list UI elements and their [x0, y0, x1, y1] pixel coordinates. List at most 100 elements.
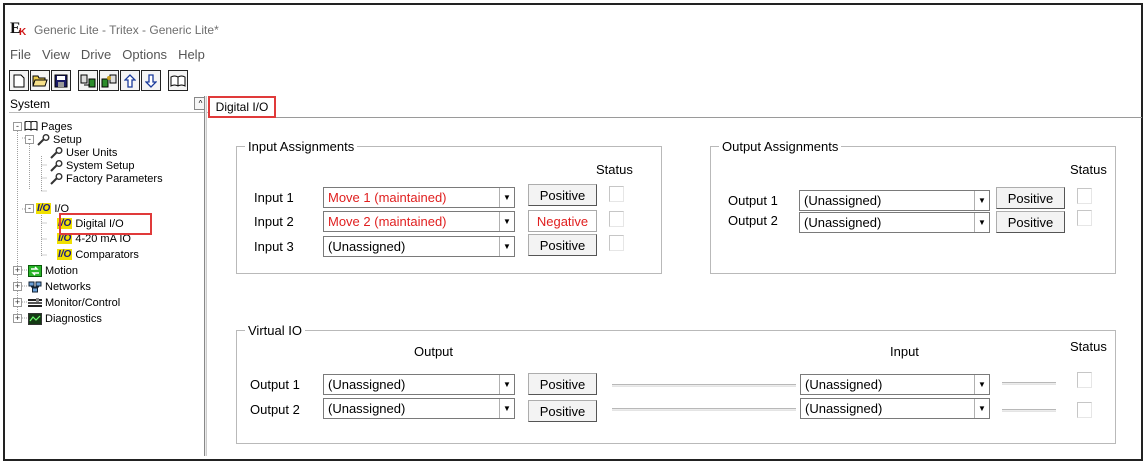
input-1-status-indicator: [609, 186, 624, 202]
virtual-output-1-polarity-button[interactable]: Positive: [528, 373, 597, 395]
tree-expander[interactable]: +: [13, 314, 22, 323]
group-title: Input Assignments: [245, 139, 358, 154]
tree-expander[interactable]: +: [13, 298, 22, 307]
virtual-input-header: Input: [890, 344, 919, 359]
download-icon[interactable]: [99, 70, 119, 91]
output-status-header: Status: [1070, 162, 1107, 177]
tab-digital-io[interactable]: Digital I/O: [208, 96, 276, 118]
tree-item-setup[interactable]: - Setup: [25, 133, 82, 146]
virtual-status-header: Status: [1070, 339, 1107, 354]
arrow-up-icon[interactable]: [120, 70, 140, 91]
tree-item-factory-parameters[interactable]: Factory Parameters: [49, 172, 163, 185]
menu-view[interactable]: View: [42, 47, 70, 62]
input-3-assignment-select[interactable]: (Unassigned) ▼: [323, 236, 515, 257]
combo-value: Move 1 (maintained): [328, 190, 447, 205]
output-1-polarity-button[interactable]: Positive: [996, 187, 1065, 209]
input-3-polarity-button[interactable]: Positive: [528, 234, 597, 256]
output-2-assignment-select[interactable]: (Unassigned) ▼: [799, 212, 990, 233]
virtual-input-2-select[interactable]: (Unassigned) ▼: [800, 398, 990, 419]
virtual-output-1-select[interactable]: (Unassigned) ▼: [323, 374, 515, 395]
tree-expander[interactable]: -: [25, 135, 34, 144]
chevron-down-icon[interactable]: ▼: [499, 212, 514, 231]
tree-expander[interactable]: -: [13, 122, 22, 131]
chevron-down-icon[interactable]: ▼: [499, 237, 514, 256]
input-status-header: Status: [596, 162, 633, 177]
chevron-down-icon[interactable]: ▼: [499, 399, 514, 418]
io-icon: I/O: [57, 249, 73, 260]
new-icon[interactable]: [9, 70, 29, 91]
open-icon[interactable]: [30, 70, 50, 91]
arrow-down-icon[interactable]: [141, 70, 161, 91]
wrench-icon: [49, 159, 63, 172]
virtual-output-2-label: Output 2: [250, 402, 300, 417]
input-2-polarity-button[interactable]: Negative: [528, 210, 597, 232]
tree-pane-title: System: [10, 97, 51, 111]
combo-value: (Unassigned): [805, 401, 883, 416]
combo-value: (Unassigned): [328, 239, 406, 254]
virtual-output-2-polarity-button[interactable]: Positive: [528, 400, 597, 422]
tree-expander[interactable]: +: [13, 282, 22, 291]
input-1-polarity-button[interactable]: Positive: [528, 184, 597, 206]
tree-item-label: Pages: [41, 120, 73, 133]
wrench-icon: [49, 146, 63, 159]
toolbar: [9, 70, 188, 91]
pane-splitter[interactable]: [204, 96, 207, 456]
tree-expander[interactable]: -: [25, 204, 34, 213]
motion-icon: [28, 264, 42, 277]
tree-item-user-units[interactable]: User Units: [49, 146, 117, 159]
input-2-assignment-select[interactable]: Move 2 (maintained) ▼: [323, 211, 515, 232]
chevron-down-icon[interactable]: ▼: [499, 188, 514, 207]
app-logo-icon: EK: [10, 20, 27, 38]
tree-item-label: Monitor/Control: [45, 296, 121, 309]
combo-value: (Unassigned): [328, 377, 406, 392]
tree-item-diagnostics[interactable]: + Diagnostics: [13, 312, 102, 325]
output-2-status-indicator: [1077, 210, 1092, 226]
output-1-status-indicator: [1077, 188, 1092, 204]
tree-item-monitor-control[interactable]: + Monitor/Control: [13, 296, 120, 309]
output-1-assignment-select[interactable]: (Unassigned) ▼: [799, 190, 990, 211]
input-1-assignment-select[interactable]: Move 1 (maintained) ▼: [323, 187, 515, 208]
output-1-label: Output 1: [728, 193, 778, 208]
book-icon[interactable]: [168, 70, 188, 91]
input-3-status-indicator: [609, 235, 624, 251]
virtual-output-2-link-bar: [612, 408, 796, 411]
tree-item-networks[interactable]: + Networks: [13, 280, 91, 293]
input-1-label: Input 1: [254, 190, 294, 205]
tree-expander[interactable]: +: [13, 266, 22, 275]
tree-item-motion[interactable]: + Motion: [13, 264, 78, 277]
chevron-down-icon[interactable]: ▼: [974, 399, 989, 418]
output-2-polarity-button[interactable]: Positive: [996, 211, 1065, 233]
output-2-label: Output 2: [728, 213, 778, 228]
window-title: Generic Lite - Tritex - Generic Lite*: [34, 23, 219, 37]
tree-item-comparators[interactable]: I/O Comparators: [57, 248, 139, 261]
combo-value: (Unassigned): [805, 377, 883, 392]
virtual-2-status-indicator: [1077, 402, 1092, 418]
monitor-control-icon: [28, 297, 42, 308]
tree-item-system-setup[interactable]: System Setup: [49, 159, 134, 172]
virtual-input-1-select[interactable]: (Unassigned) ▼: [800, 374, 990, 395]
wrench-icon: [49, 172, 63, 185]
menu-options[interactable]: Options: [122, 47, 167, 62]
upload-icon[interactable]: [78, 70, 98, 91]
chevron-down-icon[interactable]: ▼: [499, 375, 514, 394]
collapse-icon: ^: [198, 99, 203, 108]
menu-help[interactable]: Help: [178, 47, 205, 62]
menu-bar: File View Drive Options Help: [10, 47, 205, 62]
menu-file[interactable]: File: [10, 47, 31, 62]
combo-value: (Unassigned): [804, 193, 882, 208]
menu-drive[interactable]: Drive: [81, 47, 111, 62]
digital-io-highlight: [59, 213, 152, 235]
io-icon: I/O: [36, 203, 52, 214]
tree-item-pages[interactable]: - Pages: [13, 120, 72, 133]
network-icon: [28, 281, 42, 293]
virtual-output-2-select[interactable]: (Unassigned) ▼: [323, 398, 515, 419]
group-title: Output Assignments: [719, 139, 842, 154]
chevron-down-icon[interactable]: ▼: [974, 191, 989, 210]
chevron-down-icon[interactable]: ▼: [974, 213, 989, 232]
chevron-down-icon[interactable]: ▼: [974, 375, 989, 394]
save-icon[interactable]: [51, 70, 71, 91]
combo-value: (Unassigned): [328, 401, 406, 416]
pages-book-icon: [24, 121, 38, 132]
combo-value: (Unassigned): [804, 215, 882, 230]
virtual-input-1-link-bar: [1002, 382, 1056, 385]
